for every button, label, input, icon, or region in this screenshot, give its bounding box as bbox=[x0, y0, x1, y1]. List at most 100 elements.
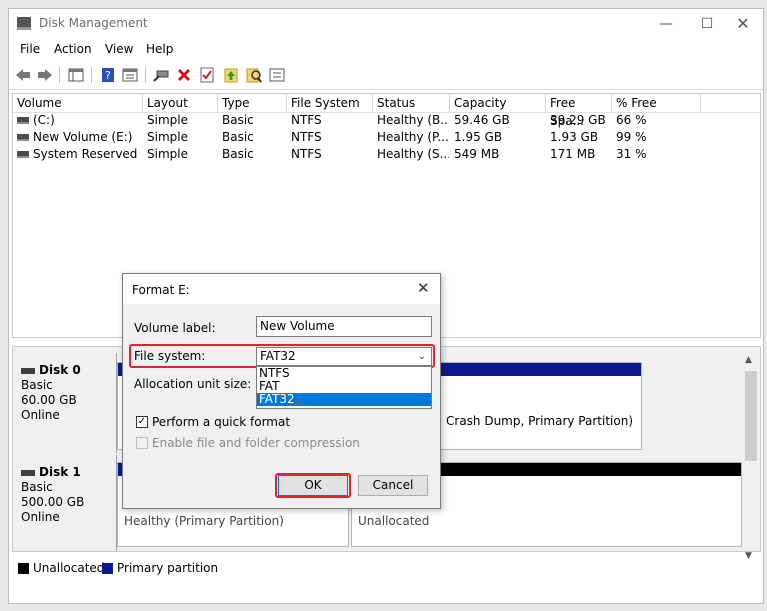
cell-capacity: 1.95 GB bbox=[454, 130, 503, 144]
toolbar-separator bbox=[59, 67, 60, 83]
column-header-volume[interactable]: Volume bbox=[13, 94, 143, 112]
console-tree-icon[interactable] bbox=[66, 65, 86, 85]
disk-0-status: Online bbox=[21, 408, 60, 422]
check-icon[interactable] bbox=[197, 65, 217, 85]
legend-primary: Primary partition bbox=[117, 561, 219, 575]
column-header-layout[interactable]: Layout bbox=[143, 94, 218, 112]
help-icon[interactable]: ? bbox=[98, 65, 118, 85]
properties-icon[interactable] bbox=[120, 65, 140, 85]
title-bar: Disk Management — ☐ ✕ bbox=[9, 9, 763, 39]
minimize-icon[interactable]: — bbox=[649, 13, 683, 35]
forward-icon[interactable] bbox=[35, 65, 55, 85]
cell-free-space: 171 MB bbox=[550, 147, 596, 161]
disk-1-header[interactable]: Disk 1 Basic 500.00 GB Online bbox=[13, 455, 117, 551]
disk-1-unallocated-text: Unallocated bbox=[358, 514, 430, 528]
file-system-text: File system: bbox=[134, 349, 206, 363]
volume-icon bbox=[17, 117, 29, 124]
file-system-dropdown-list: NTFS FAT FAT32 bbox=[256, 366, 432, 409]
quick-format-checkbox[interactable]: ✓ bbox=[136, 416, 148, 428]
list-icon[interactable] bbox=[267, 65, 287, 85]
disk-1-partition-text: Healthy (Primary Partition) bbox=[124, 514, 284, 528]
disk-0-name: Disk 0 bbox=[39, 363, 81, 377]
cell-layout: Simple bbox=[147, 147, 188, 161]
delete-icon[interactable] bbox=[174, 65, 194, 85]
menu-help[interactable]: Help bbox=[146, 42, 173, 56]
disk-1-type: Basic bbox=[21, 480, 53, 494]
disk-0-partition-text: Crash Dump, Primary Partition) bbox=[446, 414, 633, 428]
cell-type: Basic bbox=[222, 130, 254, 144]
table-row[interactable]: (C:) bbox=[17, 112, 55, 129]
menu-bar: File Action View Help bbox=[9, 39, 763, 61]
compression-checkbox[interactable] bbox=[136, 437, 148, 449]
menu-action[interactable]: Action bbox=[54, 42, 92, 56]
legend: Unallocated Primary partition bbox=[12, 558, 761, 580]
volume-label-input[interactable]: New Volume bbox=[256, 316, 432, 337]
cell-volume: System Reserved bbox=[33, 147, 138, 161]
cell-capacity: 549 MB bbox=[454, 147, 500, 161]
cell-type: Basic bbox=[222, 113, 254, 127]
column-header-type[interactable]: Type bbox=[218, 94, 287, 112]
svg-text:?: ? bbox=[105, 69, 111, 82]
cell-volume: (C:) bbox=[33, 113, 55, 127]
column-header-status[interactable]: Status bbox=[373, 94, 450, 112]
primary-swatch bbox=[102, 563, 113, 574]
column-header-capacity[interactable]: Capacity bbox=[450, 94, 546, 112]
menu-view[interactable]: View bbox=[105, 42, 133, 56]
table-row[interactable]: New Volume (E:) bbox=[17, 129, 132, 146]
disk-0-type: Basic bbox=[21, 378, 53, 392]
refresh-icon[interactable] bbox=[221, 65, 241, 85]
file-system-select[interactable]: FAT32 ⌄ bbox=[256, 347, 432, 366]
disk-1-size: 500.00 GB bbox=[21, 495, 85, 509]
disk-icon bbox=[21, 469, 35, 476]
format-dialog: Format E: ✕ Volume label: New Volume Fil… bbox=[122, 273, 441, 509]
toolbar: ? bbox=[9, 61, 763, 90]
cell-percent-free: 99 % bbox=[616, 130, 647, 144]
cell-layout: Simple bbox=[147, 130, 188, 144]
ok-button[interactable]: OK bbox=[278, 475, 348, 496]
menu-file[interactable]: File bbox=[20, 42, 40, 56]
cell-percent-free: 31 % bbox=[616, 147, 647, 161]
column-header-free-space[interactable]: Free Spa... bbox=[546, 94, 612, 128]
cancel-button[interactable]: Cancel bbox=[358, 475, 428, 496]
table-row[interactable]: System Reserved bbox=[17, 146, 137, 163]
toolbar-separator bbox=[91, 67, 92, 83]
cell-file-system: NTFS bbox=[291, 113, 322, 127]
disk-0-header[interactable]: Disk 0 Basic 60.00 GB Online bbox=[13, 353, 117, 453]
option-ntfs[interactable]: NTFS bbox=[257, 367, 431, 380]
chevron-down-icon: ⌄ bbox=[417, 351, 426, 362]
volume-label-text: Volume label: bbox=[134, 321, 216, 335]
scroll-up-icon[interactable]: ▲ bbox=[745, 355, 752, 365]
disk-1-status: Online bbox=[21, 510, 60, 524]
cell-percent-free: 66 % bbox=[616, 113, 647, 127]
cell-layout: Simple bbox=[147, 113, 188, 127]
toolbar-separator bbox=[145, 67, 146, 83]
compression-text: Enable file and folder compression bbox=[152, 436, 360, 450]
disk-1-name: Disk 1 bbox=[39, 465, 81, 479]
cell-capacity: 59.46 GB bbox=[454, 113, 510, 127]
vertical-scrollbar[interactable]: ▲ ▼ bbox=[742, 355, 759, 565]
disk-0-size: 60.00 GB bbox=[21, 393, 77, 407]
window-title: Disk Management bbox=[39, 16, 148, 30]
app-icon bbox=[17, 17, 31, 30]
back-icon[interactable] bbox=[13, 65, 33, 85]
cell-status: Healthy (S... bbox=[377, 147, 449, 161]
unallocated-swatch bbox=[18, 563, 29, 574]
close-icon[interactable]: ✕ bbox=[726, 13, 760, 35]
search-icon[interactable] bbox=[244, 65, 264, 85]
cell-volume: New Volume (E:) bbox=[33, 130, 133, 144]
option-fat32[interactable]: FAT32 bbox=[257, 393, 431, 406]
cell-free-space: 1.93 GB bbox=[550, 130, 599, 144]
scroll-thumb[interactable] bbox=[745, 371, 757, 461]
cell-type: Basic bbox=[222, 147, 254, 161]
dialog-close-icon[interactable]: ✕ bbox=[417, 279, 430, 297]
column-header-file-system[interactable]: File System bbox=[287, 94, 373, 112]
maximize-icon[interactable]: ☐ bbox=[690, 13, 724, 35]
volume-icon bbox=[17, 134, 29, 141]
column-header-percent-free[interactable]: % Free bbox=[612, 94, 701, 112]
quick-format-text: Perform a quick format bbox=[152, 415, 291, 429]
legend-unallocated: Unallocated bbox=[33, 561, 105, 575]
volume-icon bbox=[17, 151, 29, 158]
dialog-title-bar: Format E: ✕ bbox=[123, 274, 440, 304]
connect-icon[interactable] bbox=[151, 65, 171, 85]
disk-icon bbox=[21, 367, 35, 374]
